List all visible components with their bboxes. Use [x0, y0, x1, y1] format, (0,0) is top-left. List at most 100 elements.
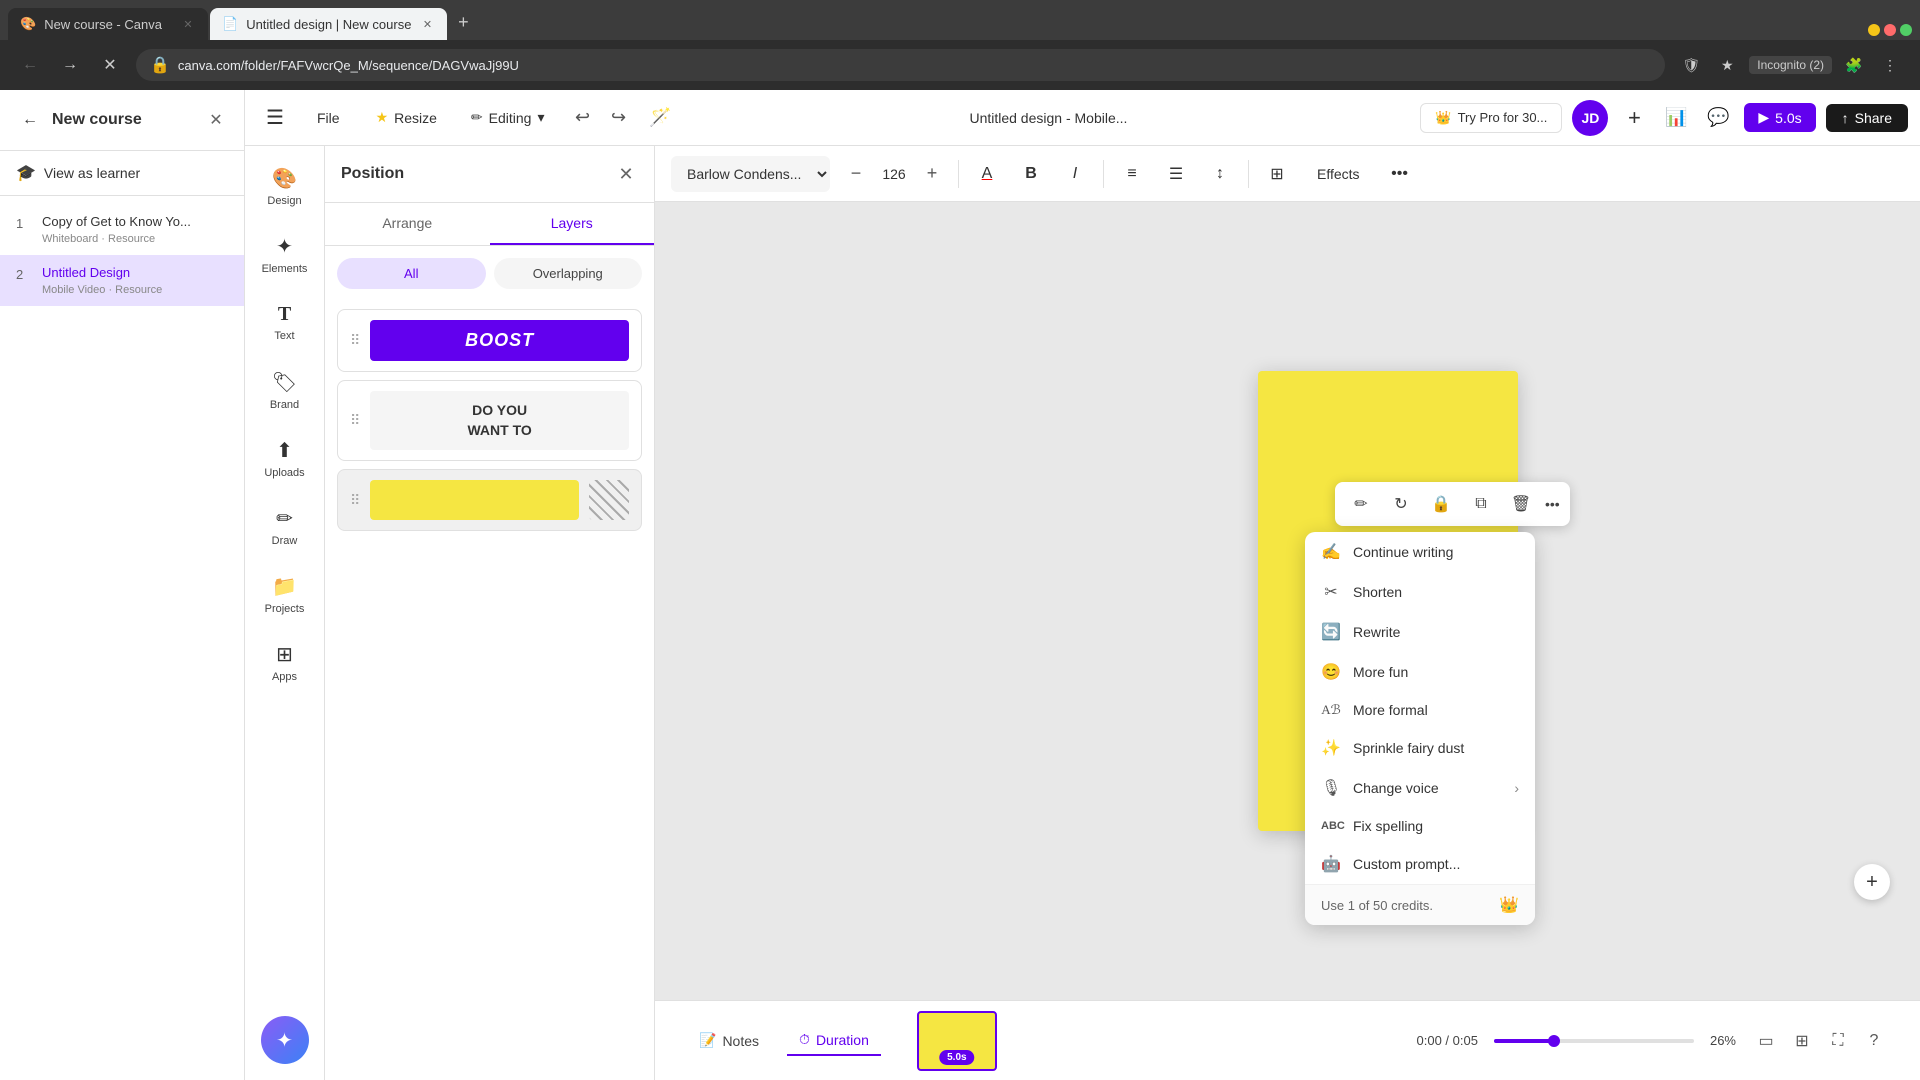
position-panel-header: Position ✕ — [325, 146, 654, 203]
draw-tool[interactable]: ✏ Draw — [249, 494, 321, 558]
minimize-button[interactable] — [1868, 24, 1880, 36]
new-tab-button[interactable]: + — [449, 8, 477, 36]
fullscreen-button[interactable]: ⛶ — [1824, 1027, 1852, 1055]
layer-item-yellow[interactable]: ⠿ — [337, 469, 642, 531]
elements-tool[interactable]: ✦ Elements — [249, 222, 321, 286]
menu-item-fix-spelling[interactable]: ABC Fix spelling — [1305, 808, 1535, 844]
add-slide-button[interactable]: + — [1854, 864, 1890, 900]
filter-overlapping-button[interactable]: Overlapping — [494, 258, 643, 289]
back-to-courses-button[interactable]: ← — [16, 106, 44, 134]
apps-tool[interactable]: ⊞ Apps — [249, 630, 321, 694]
effects-button[interactable]: Effects — [1305, 160, 1372, 188]
add-collaborator-button[interactable]: + — [1618, 102, 1650, 134]
credits-crown-icon: 👑 — [1499, 895, 1519, 915]
menu-item-continue-writing[interactable]: ✍ Continue writing — [1305, 532, 1535, 572]
tab-1-close[interactable]: ✕ — [180, 16, 196, 32]
menu-item-more-formal[interactable]: Aℬ More formal — [1305, 692, 1535, 728]
avatar-initials: JD — [1581, 110, 1599, 126]
extensions-icon[interactable]: 🧩 — [1840, 51, 1868, 79]
spacing-button[interactable]: ↕ — [1204, 158, 1236, 190]
maximize-button[interactable] — [1884, 24, 1896, 36]
more-options-button[interactable]: ••• — [1384, 158, 1416, 190]
menu-item-shorten[interactable]: ✂ Shorten — [1305, 572, 1535, 612]
course-item-2[interactable]: 2 Untitled Design Mobile Video · Resourc… — [0, 255, 244, 306]
projects-tool[interactable]: 📁 Projects — [249, 562, 321, 626]
copy-floating-button[interactable]: ⧉ — [1465, 488, 1497, 520]
delete-floating-button[interactable]: 🗑 — [1505, 488, 1537, 520]
style-button[interactable]: ⊞ — [1261, 158, 1293, 190]
course-item-1[interactable]: 1 Copy of Get to Know Yo... Whiteboard ·… — [0, 204, 244, 255]
slide-thumbnail[interactable]: 5.0s — [917, 1011, 997, 1071]
italic-button[interactable]: I — [1059, 158, 1091, 190]
tab-layers[interactable]: Layers — [490, 203, 655, 245]
slide-duration-badge[interactable]: 5.0s — [939, 1050, 974, 1065]
increase-font-size-button[interactable]: + — [918, 160, 946, 188]
url-bar[interactable]: 🔒 canva.com/folder/FAFVwcrQe_M/sequence/… — [136, 49, 1665, 81]
list-button[interactable]: ☰ — [1160, 158, 1192, 190]
brand-tool[interactable]: 🏷 Brand — [249, 358, 321, 422]
position-panel-close-button[interactable]: ✕ — [614, 162, 638, 186]
menu-item-sprinkle[interactable]: ✨ Sprinkle fairy dust — [1305, 728, 1535, 768]
course-items-list: 1 Copy of Get to Know Yo... Whiteboard ·… — [0, 196, 244, 1080]
layer-item-boost[interactable]: ⠿ BOOST — [337, 309, 642, 372]
magic-button[interactable]: 🪄 — [645, 102, 677, 134]
view-as-learner-button[interactable]: 🎓 View as learner — [0, 151, 244, 196]
analytics-button[interactable]: 📊 — [1660, 102, 1692, 134]
editing-button[interactable]: ✏ Editing ▾ — [459, 103, 557, 132]
layer-drag-handle-2[interactable]: ⠿ — [350, 412, 360, 429]
single-view-button[interactable]: ▭ — [1752, 1027, 1780, 1055]
rotate-floating-button[interactable]: ↻ — [1385, 488, 1417, 520]
tab-arrange[interactable]: Arrange — [325, 203, 490, 245]
timeline-scrubber[interactable] — [1494, 1039, 1694, 1043]
undo-button[interactable]: ↩ — [567, 102, 599, 134]
comments-button[interactable]: 💬 — [1702, 102, 1734, 134]
scrubber-track[interactable] — [1494, 1039, 1694, 1043]
tab-1[interactable]: 🎨 New course - Canva ✕ — [8, 8, 208, 40]
duration-button[interactable]: ⏱ Duration — [787, 1025, 881, 1056]
menu-item-change-voice[interactable]: 🎙 Change voice › — [1305, 768, 1535, 808]
menu-item-rewrite[interactable]: 🔄 Rewrite — [1305, 612, 1535, 652]
decrease-font-size-button[interactable]: − — [842, 160, 870, 188]
bold-button[interactable]: B — [1015, 158, 1047, 190]
file-menu-button[interactable]: File — [303, 104, 354, 132]
menu-item-more-fun[interactable]: 😊 More fun — [1305, 652, 1535, 692]
text-color-button[interactable]: A — [971, 158, 1003, 190]
present-button[interactable]: ▶ 5.0s — [1744, 103, 1815, 132]
magic-studio-button[interactable]: ✦ — [261, 1016, 309, 1064]
item-2-subtitle: Mobile Video · Resource — [42, 284, 228, 296]
lock-floating-button[interactable]: 🔒 — [1425, 488, 1457, 520]
floating-more-button[interactable]: ••• — [1545, 496, 1560, 512]
share-button[interactable]: ↑ Share — [1826, 104, 1908, 132]
layer-item-text[interactable]: ⠿ DO YOUWANT TO — [337, 380, 642, 461]
tab-2[interactable]: 📄 Untitled design | New course ✕ — [210, 8, 447, 40]
redo-button[interactable]: ↪ — [603, 102, 635, 134]
tab-2-close[interactable]: ✕ — [419, 16, 435, 32]
grid-view-button[interactable]: ⊞ — [1788, 1027, 1816, 1055]
user-avatar[interactable]: JD — [1572, 100, 1608, 136]
browser-menu-icon[interactable]: ⋮ — [1876, 51, 1904, 79]
shield-icon[interactable]: 🛡 — [1677, 51, 1705, 79]
layer-drag-handle[interactable]: ⠿ — [350, 332, 360, 349]
notes-button[interactable]: 📝 Notes — [687, 1026, 771, 1055]
font-family-selector[interactable]: Barlow Condens... — [671, 156, 830, 192]
back-button[interactable]: ← — [16, 51, 44, 79]
text-tool[interactable]: T Text — [249, 290, 321, 354]
resize-button[interactable]: ★ Resize — [364, 103, 449, 132]
menu-item-custom-prompt[interactable]: 🤖 Custom prompt... — [1305, 844, 1535, 884]
draw-floating-button[interactable]: ✏ — [1345, 488, 1377, 520]
filter-all-button[interactable]: All — [337, 258, 486, 289]
scrubber-thumb[interactable] — [1548, 1035, 1560, 1047]
bookmark-icon[interactable]: ★ — [1713, 51, 1741, 79]
close-button[interactable] — [1900, 24, 1912, 36]
close-sidebar-button[interactable]: ✕ — [204, 108, 228, 132]
help-button[interactable]: ? — [1860, 1027, 1888, 1055]
hamburger-menu-button[interactable]: ☰ — [257, 100, 293, 136]
try-pro-button[interactable]: 👑 Try Pro for 30... — [1420, 103, 1562, 133]
design-tool[interactable]: 🎨 Design — [249, 154, 321, 218]
align-button[interactable]: ≡ — [1116, 158, 1148, 190]
layer-drag-handle-3[interactable]: ⠿ — [350, 492, 360, 509]
uploads-tool[interactable]: ⬆ Uploads — [249, 426, 321, 490]
font-size-input[interactable] — [874, 166, 914, 182]
refresh-button[interactable]: ✕ — [96, 51, 124, 79]
forward-button[interactable]: → — [56, 51, 84, 79]
